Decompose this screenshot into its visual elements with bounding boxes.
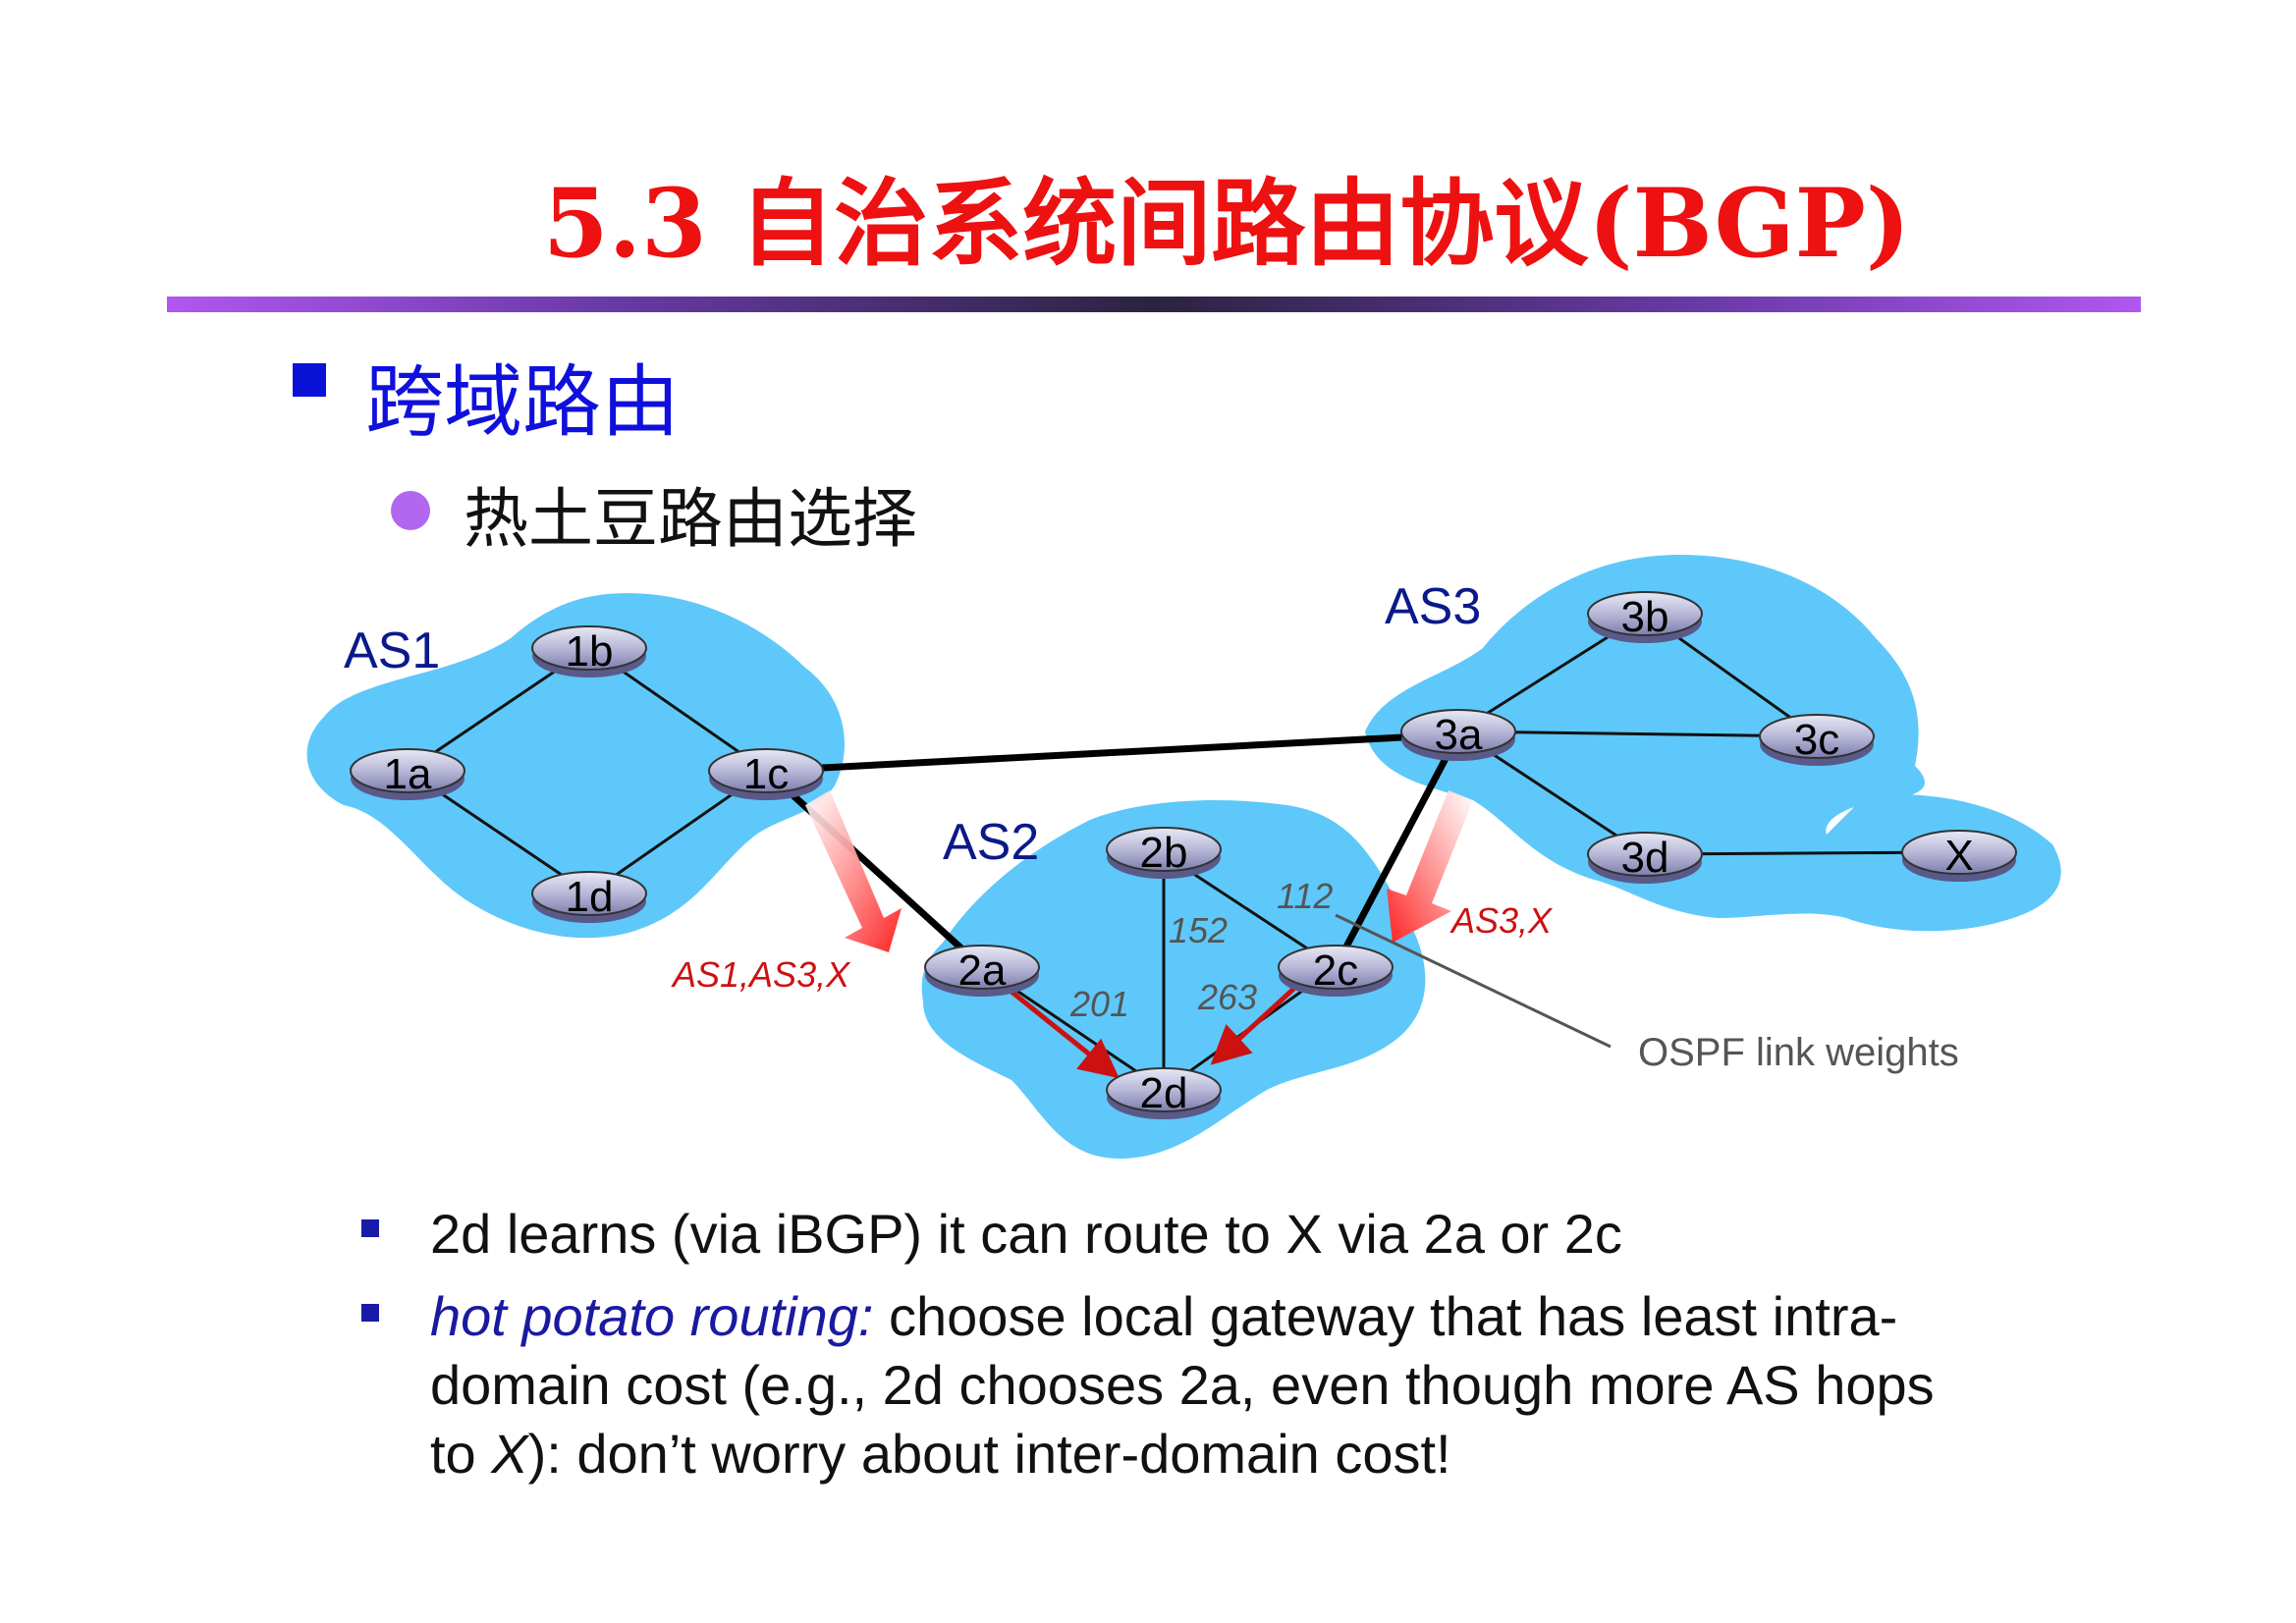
router-2c: 2c	[1278, 945, 1394, 997]
bullet-2-line-3-pre: to	[430, 1423, 492, 1485]
bullet-text-2: hot potato routing: choose local gateway…	[430, 1282, 1935, 1488]
weight-112: 112	[1277, 876, 1333, 916]
router-1b: 1b	[531, 625, 647, 677]
bullet-2-line-3-x: X	[491, 1423, 528, 1485]
router-2d: 2d	[1106, 1067, 1222, 1119]
router-1a: 1a	[350, 748, 465, 800]
bullet-2-line-2: domain cost (e.g., 2d chooses 2a, even t…	[430, 1354, 1935, 1416]
bullet-2-line-3: to X): don’t worry about inter-domain co…	[430, 1420, 1935, 1488]
router-label: 2d	[1140, 1069, 1188, 1117]
router-label: 1d	[566, 873, 614, 921]
router-1d: 1d	[531, 871, 647, 923]
ospf-label: OSPF link weights	[1638, 1031, 1959, 1074]
router-3b: 3b	[1587, 591, 1703, 643]
router-2b: 2b	[1106, 827, 1222, 879]
router-label: 1c	[743, 750, 789, 798]
router-label: 1b	[566, 627, 614, 676]
weight-152: 152	[1169, 910, 1228, 950]
weight-201: 201	[1069, 984, 1129, 1024]
router-x: X	[1901, 830, 2017, 882]
bullet-2-line-1: hot potato routing: choose local gateway…	[430, 1282, 1935, 1351]
advert-label-2c: AS3,X	[1449, 900, 1554, 941]
router-label: 2c	[1313, 947, 1358, 995]
router-label: 3c	[1794, 716, 1839, 764]
square-bullet-icon	[361, 1219, 379, 1237]
router-2a: 2a	[924, 945, 1040, 997]
router-label: 1a	[384, 750, 432, 798]
bullet-2-line-1-rest: choose local gateway that has least intr…	[873, 1285, 1898, 1347]
as1-label: AS1	[344, 622, 440, 679]
bullet-2-line-3-post: ): don’t worry about inter-domain cost!	[527, 1423, 1451, 1485]
bullet-text-1: 2d learns (via iBGP) it can route to X v…	[430, 1203, 1622, 1265]
router-label: X	[1944, 832, 1973, 880]
router-label: 3d	[1621, 834, 1669, 882]
as2-label: AS2	[943, 814, 1039, 871]
router-1c: 1c	[708, 748, 824, 800]
router-label: 3a	[1435, 711, 1483, 759]
router-label: 3b	[1621, 593, 1669, 641]
as3-label: AS3	[1385, 578, 1481, 635]
router-label: 2a	[958, 947, 1007, 995]
square-bullet-icon	[361, 1304, 379, 1322]
weight-263: 263	[1197, 977, 1257, 1017]
advert-label-2a: AS1,AS3,X	[671, 954, 851, 995]
hot-potato-term: hot potato routing:	[430, 1285, 874, 1347]
router-label: 2b	[1140, 829, 1188, 877]
router-3a: 3a	[1400, 709, 1516, 761]
advert-arrow-to-2a	[805, 790, 902, 952]
router-3c: 3c	[1759, 714, 1875, 766]
router-3d: 3d	[1587, 832, 1703, 884]
